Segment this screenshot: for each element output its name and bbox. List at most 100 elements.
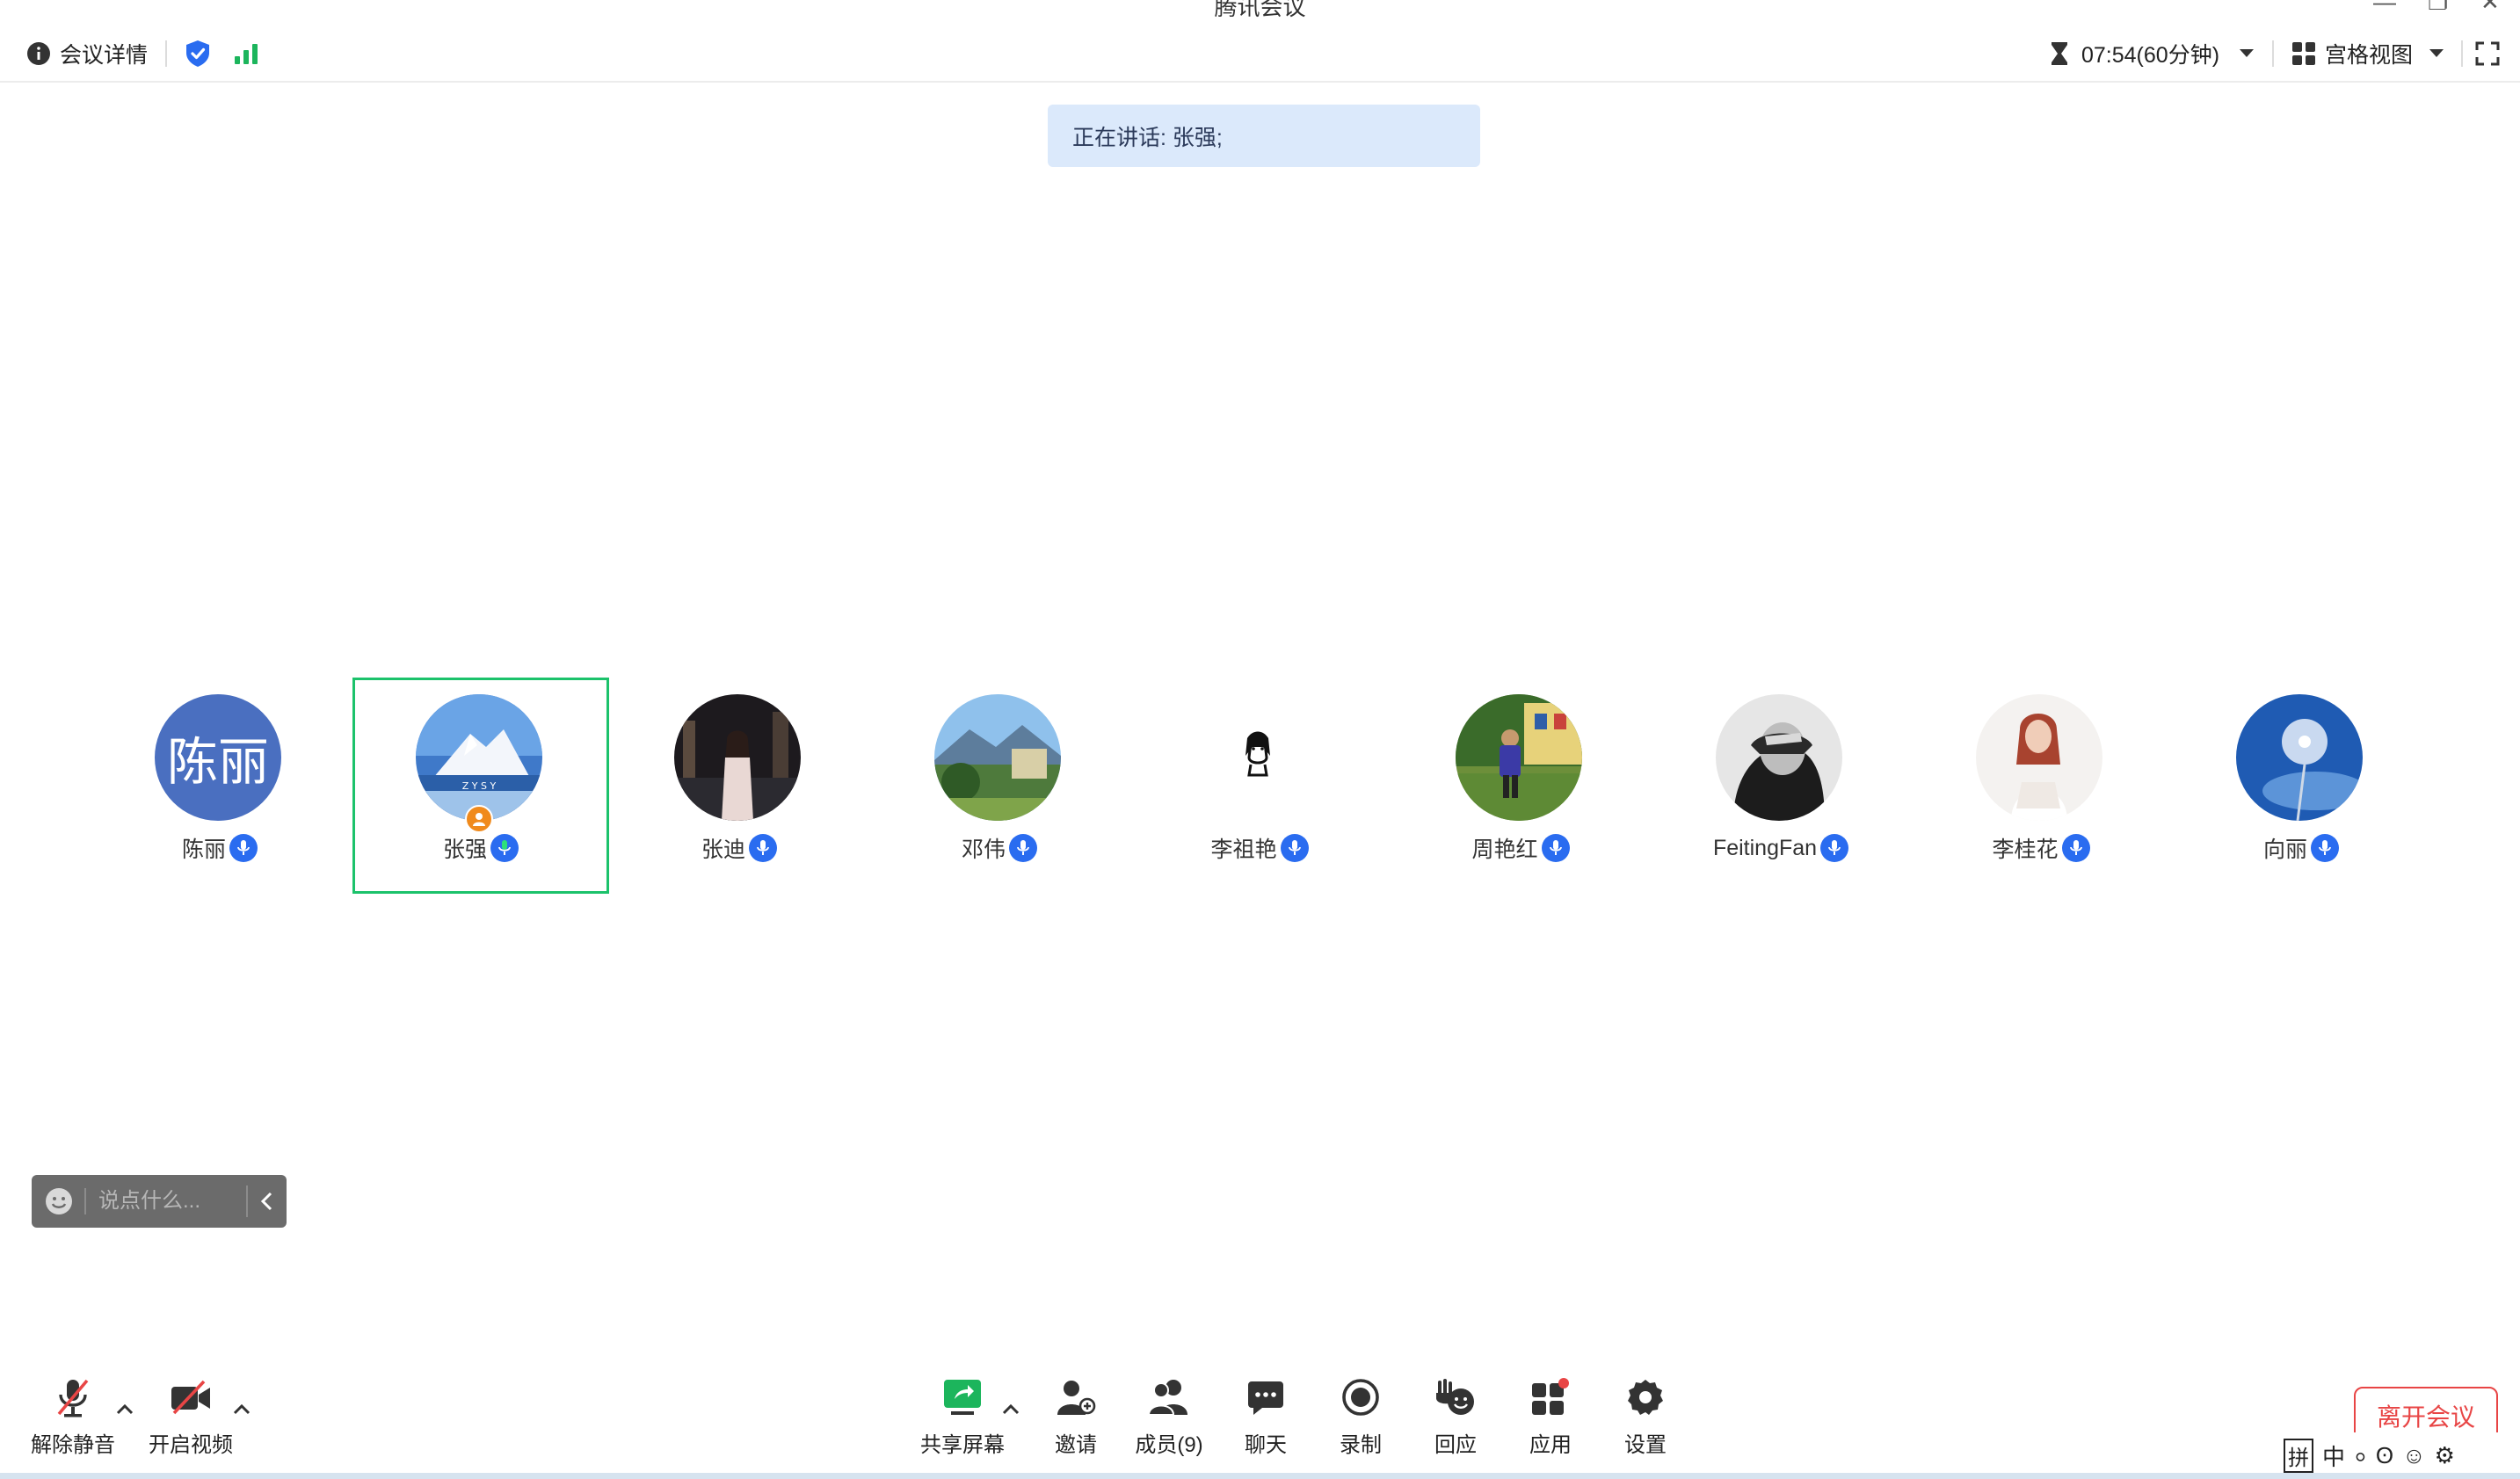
participant-tile[interactable]: 向丽: [2173, 678, 2429, 894]
chevron-up-icon[interactable]: [231, 1399, 252, 1420]
speaking-banner: 正在讲话: 张强;: [1048, 105, 1480, 167]
chat-button[interactable]: 聊天: [1217, 1373, 1314, 1461]
participant-name-row: 李祖艳: [1131, 832, 1388, 864]
chat-quick-input: [32, 1175, 287, 1228]
participant-name: 张迪: [701, 837, 745, 862]
signal-bars-icon: [235, 44, 258, 64]
participant-name: 李祖艳: [1210, 837, 1277, 862]
reaction-label: 回应: [1434, 1433, 1477, 1457]
speaking-text: 正在讲话: 张强;: [1072, 125, 1223, 150]
participant-tile[interactable]: 周艳红: [1392, 678, 1649, 894]
share-screen-icon: [942, 1373, 983, 1422]
window-titlebar: 腾讯会议 — ❐ ✕: [0, 0, 2520, 20]
avatar-text: 陈丽: [166, 732, 269, 792]
meeting-details-label: 会议详情: [60, 43, 149, 68]
mic-icon: [1541, 834, 1570, 862]
record-button[interactable]: 录制: [1312, 1373, 1409, 1461]
info-icon: [27, 42, 50, 65]
members-button[interactable]: 成员(9): [1121, 1373, 1217, 1461]
participant-name-row: 陈丽: [91, 832, 348, 864]
divider: [246, 1185, 248, 1217]
chat-input[interactable]: [98, 1189, 239, 1214]
start-video-button[interactable]: 开启视频: [142, 1373, 239, 1461]
participant-name-row: 张迪: [611, 832, 868, 864]
grid-view-icon: [2292, 42, 2315, 65]
participant-tile[interactable]: 陈丽 陈丽: [91, 678, 348, 894]
participant-tile[interactable]: 邓伟: [871, 678, 1128, 894]
ime-emoji-button[interactable]: ☺: [2402, 1442, 2426, 1469]
emoji-icon[interactable]: [44, 1186, 74, 1216]
divider: [2272, 40, 2274, 67]
security-badge[interactable]: [185, 25, 211, 83]
apps-button[interactable]: 应用: [1502, 1373, 1599, 1461]
meeting-details-button[interactable]: 会议详情: [26, 25, 148, 83]
participant-name-row: 周艳红: [1392, 832, 1649, 864]
participant-tile[interactable]: 李祖艳: [1131, 678, 1388, 894]
participant-tile[interactable]: 张迪: [611, 678, 868, 894]
meeting-topbar: 会议详情 07:54(60分钟) 宫格视图: [0, 25, 2520, 83]
participant-name-row: FeitingFan: [1652, 832, 1909, 864]
fullscreen-button[interactable]: [2475, 25, 2500, 83]
participant-name: 邓伟: [961, 837, 1006, 862]
participant-name-row: 张强: [355, 832, 606, 864]
avatar: Z Y S Y: [416, 694, 542, 821]
ime-punctuation-button[interactable]: ⸰: [2354, 1440, 2367, 1472]
participant-tile[interactable]: 李桂花: [1913, 678, 2169, 894]
svg-text:Z Y S Y: Z Y S Y: [462, 780, 497, 792]
shield-check-icon: [186, 40, 209, 67]
chevron-up-icon[interactable]: [1000, 1399, 1021, 1420]
record-icon: [1341, 1373, 1380, 1422]
participant-name: 向丽: [2262, 837, 2307, 862]
add-user-icon: [1056, 1373, 1096, 1422]
apps-label: 应用: [1529, 1433, 1572, 1457]
chevron-left-icon[interactable]: [260, 1192, 274, 1211]
participant-name-row: 李桂花: [1913, 832, 2169, 864]
reaction-button[interactable]: 回应: [1407, 1373, 1504, 1461]
mic-icon: [229, 834, 258, 862]
settings-label: 设置: [1624, 1433, 1667, 1457]
unmute-button[interactable]: 解除静音: [25, 1373, 121, 1461]
mic-icon: [749, 834, 777, 862]
share-screen-label: 共享屏幕: [920, 1433, 1005, 1457]
members-icon: [1147, 1373, 1191, 1422]
ime-chinese-button[interactable]: 中: [2322, 1439, 2345, 1472]
network-signal[interactable]: [234, 25, 260, 83]
view-mode-label: 宫格视图: [2325, 43, 2414, 68]
meeting-timer[interactable]: 07:54(60分钟): [2050, 25, 2255, 83]
participant-name: 陈丽: [181, 837, 226, 862]
minimize-icon[interactable]: —: [2373, 0, 2396, 13]
chat-label: 聊天: [1245, 1433, 1287, 1457]
participant-name-row: 邓伟: [871, 832, 1128, 864]
participant-name-row: 向丽: [2173, 832, 2429, 864]
avatar: [1456, 694, 1582, 821]
share-screen-button[interactable]: 共享屏幕: [914, 1373, 1011, 1461]
avatar: [2236, 694, 2363, 821]
invite-button[interactable]: 邀请: [1028, 1373, 1124, 1461]
avatar: [1976, 694, 2102, 821]
ime-fullwidth-button[interactable]: ʘ: [2376, 1442, 2393, 1469]
chevron-down-icon: [2429, 49, 2444, 57]
start-video-label: 开启视频: [149, 1433, 233, 1457]
avatar: [1195, 694, 1321, 821]
mic-icon: [1820, 834, 1849, 862]
participant-tile[interactable]: FeitingFan: [1652, 678, 1909, 894]
mic-icon: [2311, 834, 2339, 862]
view-mode-button[interactable]: 宫格视图: [2291, 25, 2444, 83]
chat-bubble-icon: [1246, 1373, 1285, 1422]
chevron-up-icon[interactable]: [114, 1399, 135, 1420]
ime-settings-button[interactable]: ⚙: [2435, 1442, 2455, 1469]
gear-icon: [1626, 1373, 1665, 1422]
restore-icon[interactable]: ❐: [2428, 0, 2448, 13]
invite-label: 邀请: [1055, 1433, 1097, 1457]
hourglass-icon: [2052, 42, 2067, 65]
close-icon[interactable]: ✕: [2480, 0, 2500, 13]
ime-pinyin-button[interactable]: 拼: [2284, 1439, 2313, 1473]
record-label: 录制: [1340, 1433, 1382, 1457]
unmute-label: 解除静音: [31, 1433, 115, 1457]
avatar: [934, 694, 1061, 821]
reaction-icon: [1434, 1373, 1477, 1422]
participant-tile-active[interactable]: Z Y S Y 张强: [352, 678, 609, 894]
apps-icon: [1530, 1373, 1571, 1422]
participant-name: 张强: [442, 837, 487, 862]
settings-button[interactable]: 设置: [1597, 1373, 1694, 1461]
